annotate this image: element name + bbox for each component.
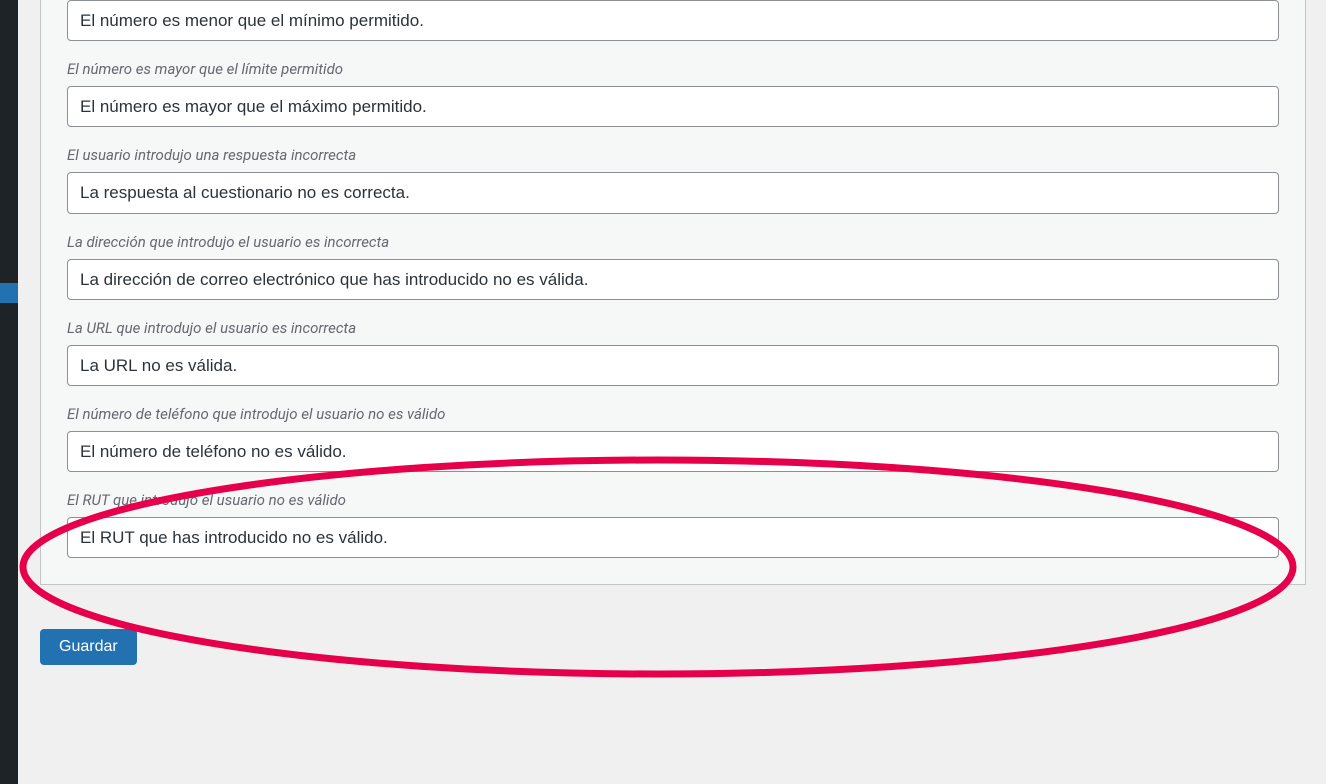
admin-sidebar [0,0,18,784]
label-invalid-rut: El RUT que introdujo el usuario no es vá… [67,490,1279,511]
label-invalid-email: La dirección que introdujo el usuario es… [67,232,1279,253]
label-invalid-url: La URL que introdujo el usuario es incor… [67,318,1279,339]
field-invalid-phone: El número de teléfono que introdujo el u… [67,404,1279,472]
label-invalid-phone: El número de teléfono que introdujo el u… [67,404,1279,425]
field-wrong-answer: El usuario introdujo una respuesta incor… [67,145,1279,213]
messages-panel: El número es mayor que el límite permiti… [40,0,1306,585]
input-invalid-rut[interactable] [67,517,1279,558]
input-number-above-max[interactable] [67,86,1279,127]
save-button[interactable]: Guardar [40,629,137,665]
input-number-below-min[interactable] [67,0,1279,41]
label-number-above-max: El número es mayor que el límite permiti… [67,59,1279,80]
input-invalid-email[interactable] [67,259,1279,300]
field-invalid-rut: El RUT que introdujo el usuario no es vá… [67,490,1279,558]
field-number-above-max: El número es mayor que el límite permiti… [67,59,1279,127]
input-invalid-url[interactable] [67,345,1279,386]
main-content: El número es mayor que el límite permiti… [18,0,1326,784]
field-invalid-url: La URL que introdujo el usuario es incor… [67,318,1279,386]
field-number-below-min [67,0,1279,41]
sidebar-active-indicator [0,283,18,303]
input-wrong-answer[interactable] [67,172,1279,213]
field-invalid-email: La dirección que introdujo el usuario es… [67,232,1279,300]
label-wrong-answer: El usuario introdujo una respuesta incor… [67,145,1279,166]
input-invalid-phone[interactable] [67,431,1279,472]
